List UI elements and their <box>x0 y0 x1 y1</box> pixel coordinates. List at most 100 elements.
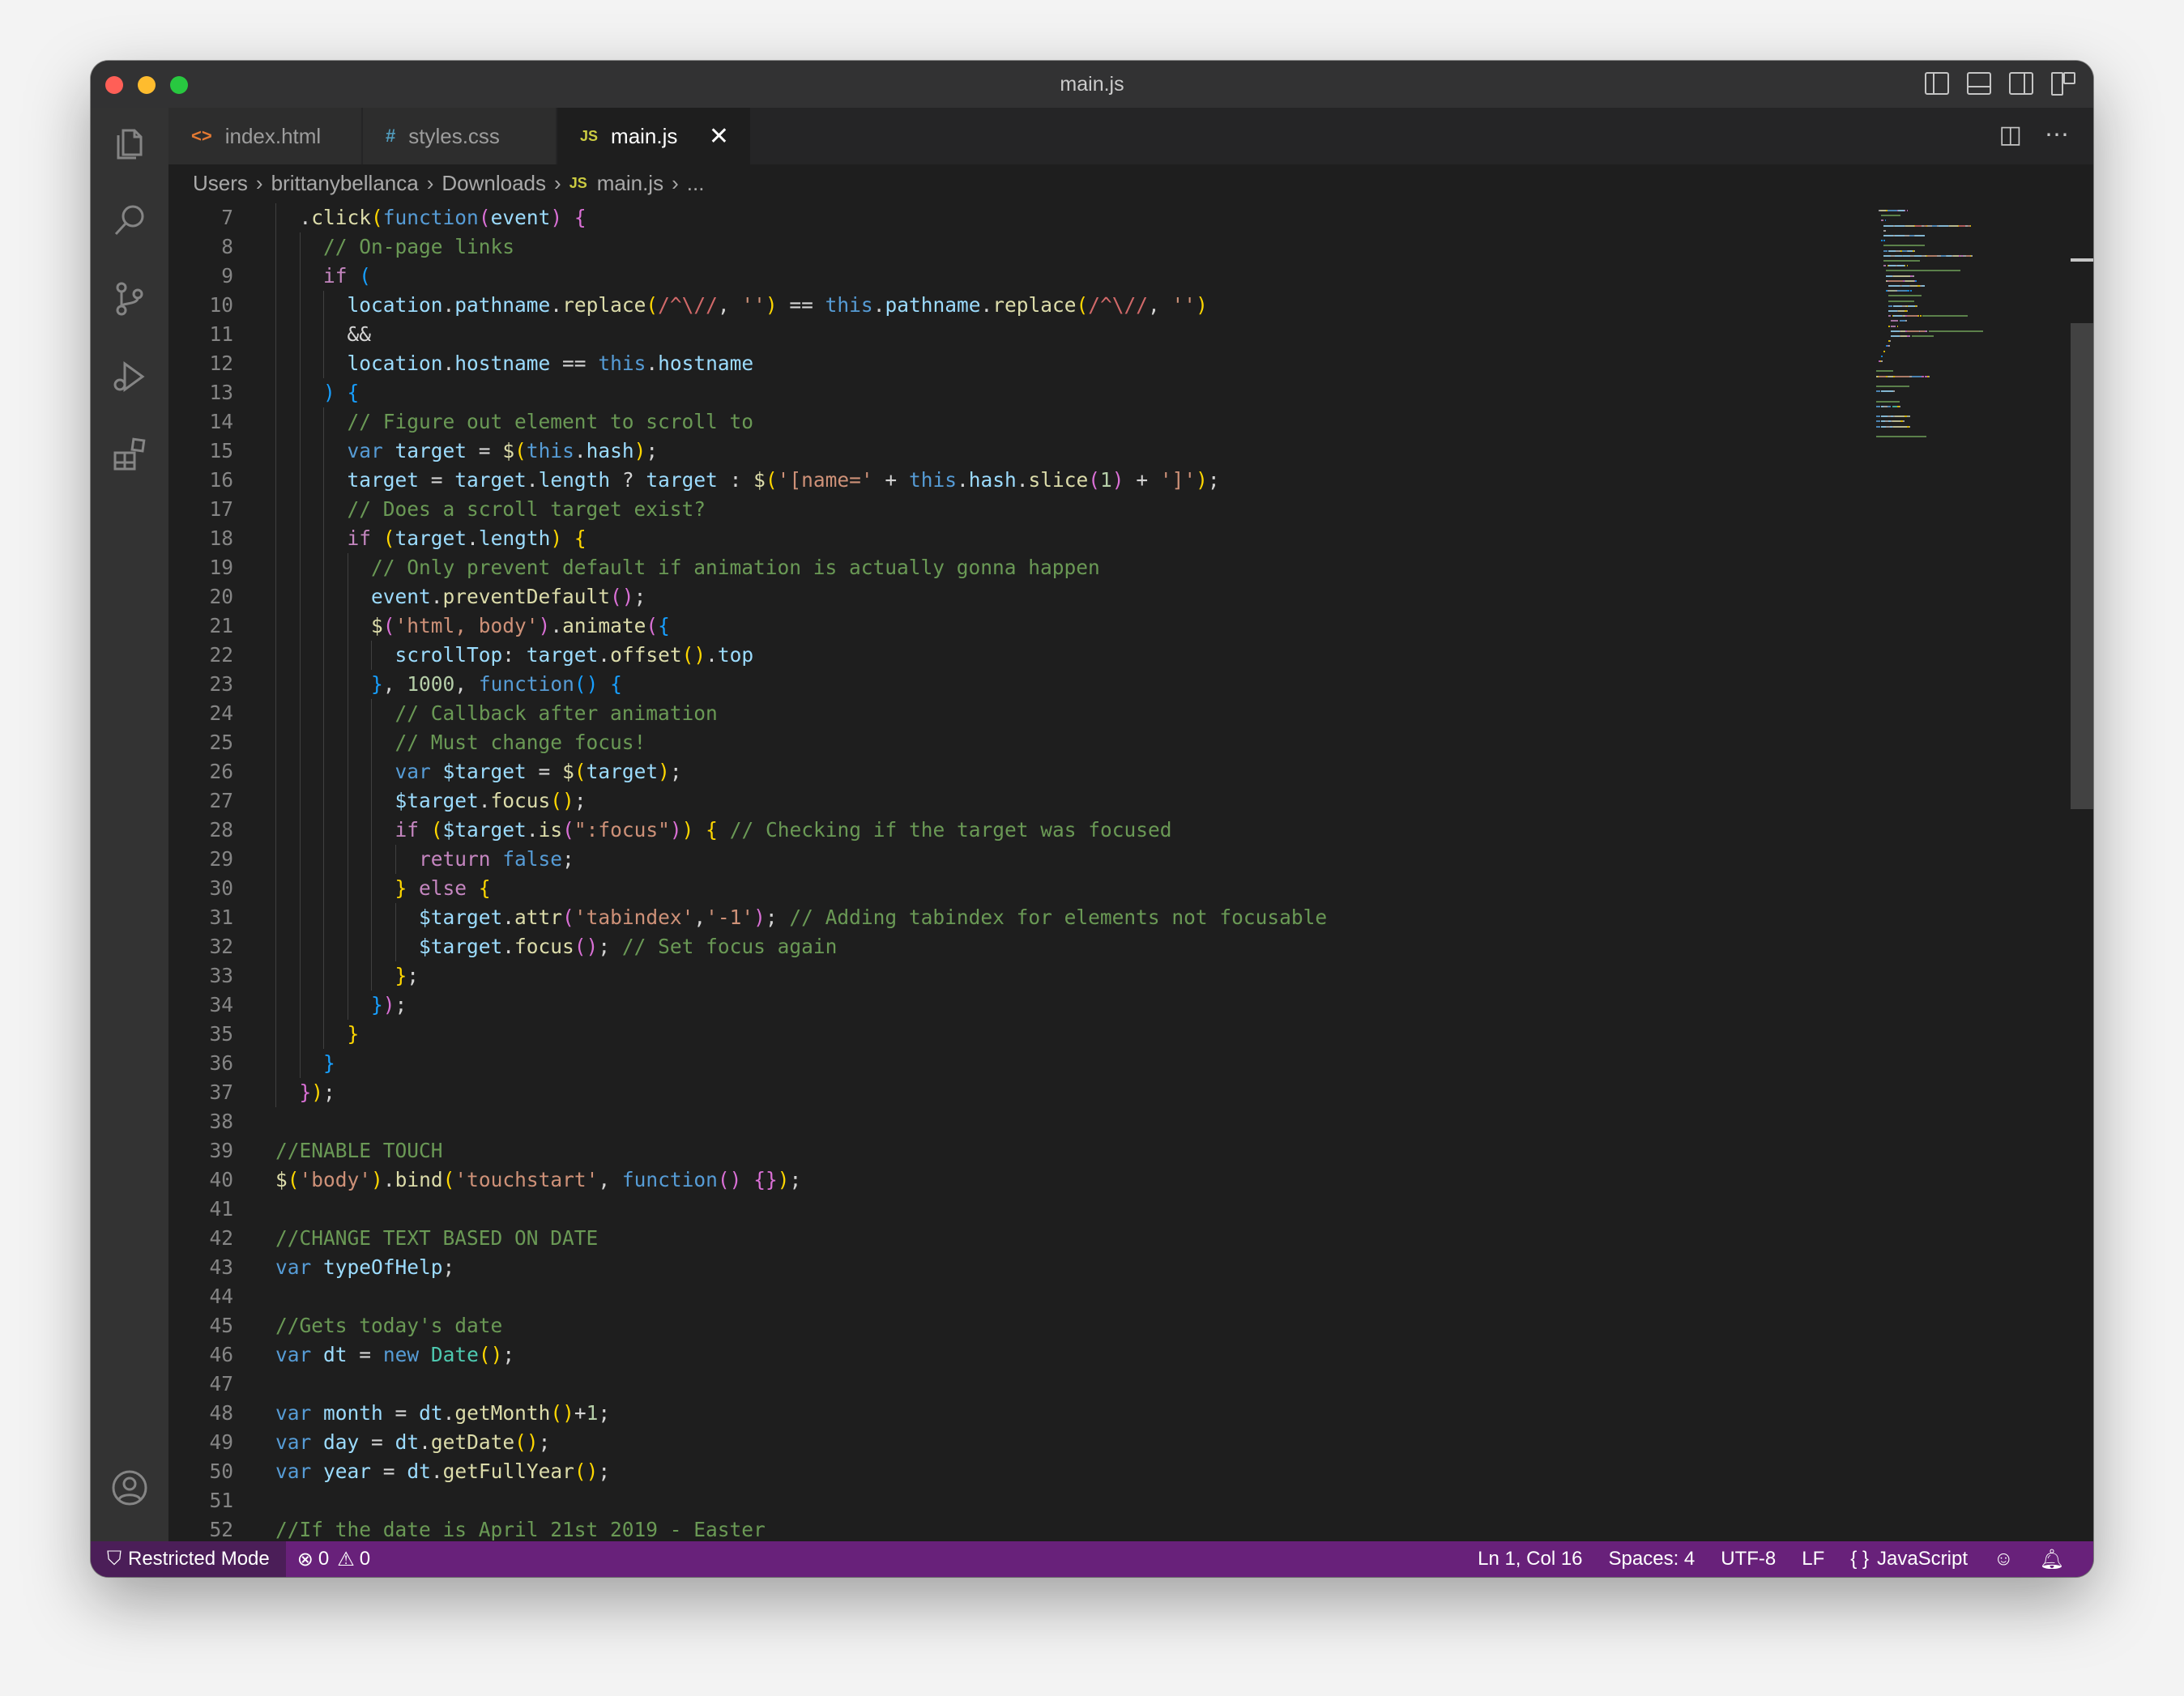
indent-guide <box>299 932 301 961</box>
code-line[interactable]: 36} <box>168 1049 2016 1078</box>
toggle-primary-sidebar-icon[interactable] <box>1925 72 1949 95</box>
code-line[interactable]: 49 var day = dt.getDate(); <box>168 1428 2016 1457</box>
run-debug-icon[interactable] <box>110 357 149 396</box>
tab-main-js[interactable]: JS main.js ✕ <box>557 108 750 164</box>
code-line[interactable]: 10 location.pathname.replace(/^\//, '') =… <box>168 291 2016 320</box>
code-line[interactable]: 27 $target.focus(); <box>168 786 2016 816</box>
minimap-mark <box>1910 285 1917 287</box>
tab-styles-css[interactable]: # styles.css <box>363 108 556 164</box>
close-tab-icon[interactable]: ✕ <box>709 122 729 151</box>
code-line[interactable]: 8 // On-page links <box>168 232 2016 262</box>
language-mode[interactable]: { } JavaScript <box>1837 1548 1981 1570</box>
editor-scrollbar[interactable] <box>2071 202 2093 1541</box>
code-line[interactable]: 32 $target.focus(); // Set focus again <box>168 932 2016 961</box>
code-line[interactable]: 15 var target = $(this.hash); <box>168 437 2016 466</box>
problems-indicator[interactable]: ⊗ 0 ⚠ 0 <box>286 1548 382 1571</box>
customize-layout-icon[interactable] <box>2051 72 2075 96</box>
breadcrumb-more[interactable]: ... <box>687 171 705 196</box>
indent-guide <box>323 845 324 874</box>
breadcrumb-file[interactable]: main.js <box>597 171 663 196</box>
minimize-window-button[interactable] <box>138 76 156 94</box>
code-line[interactable]: 25 // Must change focus! <box>168 728 2016 757</box>
code-text: $('body').bind('touchstart', function() … <box>275 1165 801 1195</box>
restricted-mode-indicator[interactable]: ⛉ Restricted Mode <box>91 1541 286 1577</box>
code-line[interactable]: 22 scrollTop: target.offset().top <box>168 641 2016 670</box>
source-control-icon[interactable] <box>110 279 149 318</box>
encoding[interactable]: UTF-8 <box>1708 1548 1789 1570</box>
minimap-mark <box>1915 279 1917 282</box>
breadcrumb-item[interactable]: brittanybellanca <box>271 171 419 196</box>
minimap-mark <box>1881 360 1883 362</box>
code-line[interactable]: 26 var $target = $(target); <box>168 757 2016 786</box>
extensions-icon[interactable] <box>110 435 149 474</box>
breadcrumb-item[interactable]: Downloads <box>441 171 546 196</box>
feedback-icon[interactable]: ☺ <box>1981 1548 2027 1570</box>
minimap[interactable] <box>1876 202 2071 542</box>
cursor-position[interactable]: Ln 1, Col 16 <box>1465 1548 1595 1570</box>
code-line[interactable]: 31 $target.attr('tabindex','-1'); // Addi… <box>168 903 2016 932</box>
toggle-panel-icon[interactable] <box>1967 72 1991 95</box>
code-line[interactable]: 37}); <box>168 1078 2016 1107</box>
code-line[interactable]: 13) { <box>168 378 2016 407</box>
code-line[interactable]: 45 //Gets today's date <box>168 1311 2016 1340</box>
code-line[interactable]: 21 $('html, body').animate({ <box>168 611 2016 641</box>
breadcrumb-item[interactable]: Users <box>193 171 248 196</box>
code-line[interactable]: 34}); <box>168 991 2016 1020</box>
code-line[interactable]: 44 <box>168 1282 2016 1311</box>
code-line[interactable]: 51 <box>168 1486 2016 1515</box>
split-editor-icon[interactable]: ◫ <box>1999 121 2022 149</box>
code-line[interactable]: 14 // Figure out element to scroll to <box>168 407 2016 437</box>
search-icon[interactable] <box>110 202 149 241</box>
minimap-mark <box>1883 229 1886 232</box>
code-line[interactable]: 39 //ENABLE TOUCH <box>168 1136 2016 1165</box>
code-line[interactable]: 33}; <box>168 961 2016 991</box>
code-line[interactable]: 35} <box>168 1020 2016 1049</box>
code-line[interactable]: 46 var dt = new Date(); <box>168 1340 2016 1370</box>
code-line[interactable]: 28 if ($target.is(":focus")) { // Checkin… <box>168 816 2016 845</box>
code-line[interactable]: 24 // Callback after animation <box>168 699 2016 728</box>
code-token: $target <box>442 818 527 842</box>
code-line[interactable]: 12 location.hostname == this.hostname <box>168 349 2016 378</box>
code-line[interactable]: 19 // Only prevent default if animation i… <box>168 553 2016 582</box>
explorer-icon[interactable] <box>110 124 149 163</box>
code-token: $ <box>275 1168 288 1191</box>
code-line[interactable]: 7 .click(function(event) { <box>168 203 2016 232</box>
minimap-mark <box>1913 254 1922 257</box>
minimap-mark <box>1905 279 1914 282</box>
code-line[interactable]: 41 <box>168 1195 2016 1224</box>
code-line[interactable]: 52 //If the date is April 21st 2019 - Eas… <box>168 1515 2016 1541</box>
accounts-icon[interactable] <box>110 1468 149 1507</box>
tab-index-html[interactable]: <> index.html <box>168 108 361 164</box>
code-line[interactable]: 17 // Does a scroll target exist? <box>168 495 2016 524</box>
indentation[interactable]: Spaces: 4 <box>1596 1548 1708 1570</box>
code-token: replace <box>562 293 646 317</box>
code-line[interactable]: 18 if (target.length) { <box>168 524 2016 553</box>
code-line[interactable]: 42 //CHANGE TEXT BASED ON DATE <box>168 1224 2016 1253</box>
more-actions-icon[interactable]: ⋯ <box>2045 121 2069 149</box>
code-line[interactable]: 43 var typeOfHelp; <box>168 1253 2016 1282</box>
code-line[interactable]: 50 var year = dt.getFullYear(); <box>168 1457 2016 1486</box>
code-line[interactable]: 9 if ( <box>168 262 2016 291</box>
code-token: () <box>574 672 599 696</box>
scrollbar-thumb[interactable] <box>2071 323 2093 809</box>
code-line[interactable]: 48 var month = dt.getMonth()+1; <box>168 1399 2016 1428</box>
code-line[interactable]: 20 event.preventDefault(); <box>168 582 2016 611</box>
indent-guide <box>371 845 372 874</box>
code-line[interactable]: 40 $('body').bind('touchstart', function(… <box>168 1165 2016 1195</box>
code-line[interactable]: 29 return false; <box>168 845 2016 874</box>
notifications-bell-icon[interactable]: 🔔︎ <box>2027 1548 2077 1571</box>
code-line[interactable]: 23}, 1000, function() { <box>168 670 2016 699</box>
code-line[interactable]: 38 <box>168 1107 2016 1136</box>
code-line[interactable]: 16 target = target.length ? target : $('[… <box>168 466 2016 495</box>
minimap-mark <box>1879 375 1886 377</box>
close-window-button[interactable] <box>105 76 123 94</box>
code-line[interactable]: 30} else { <box>168 874 2016 903</box>
code-token: ( <box>1076 293 1089 317</box>
code-editor[interactable]: 7 .click(function(event) {8// On-page lin… <box>168 202 2024 1541</box>
end-of-line[interactable]: LF <box>1789 1548 1837 1570</box>
code-line[interactable]: 11 && <box>168 320 2016 349</box>
minimap-mark <box>1876 400 1900 403</box>
zoom-window-button[interactable] <box>170 76 188 94</box>
toggle-secondary-sidebar-icon[interactable] <box>2009 72 2033 95</box>
code-line[interactable]: 47 <box>168 1370 2016 1399</box>
